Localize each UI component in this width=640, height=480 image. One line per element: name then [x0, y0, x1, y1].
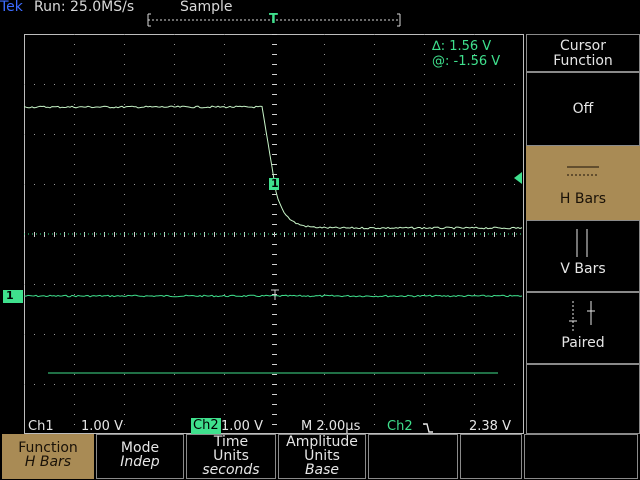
- paired-icon: [569, 301, 595, 331]
- graticule-grid: [23, 34, 525, 435]
- side-menu-h-bars[interactable]: H Bars: [526, 146, 640, 220]
- v-bars-icon: [576, 229, 588, 257]
- ch2-scale: 1.00 V: [221, 419, 263, 434]
- trigger-position-marker: T: [269, 12, 278, 27]
- ch2-label: Ch2: [191, 418, 221, 434]
- bottom-menu-time-units[interactable]: Time Units seconds: [186, 434, 276, 479]
- status-bar: Tek Run: 25.0MS/s Sample T: [0, 0, 640, 30]
- ch1-trace: [23, 294, 523, 298]
- ch1-scale: 1.00 V: [81, 419, 123, 434]
- ch2-ground-marker: 1: [3, 289, 23, 303]
- cursor-position-readout: @: -1.56 V: [432, 54, 501, 69]
- ch1-label: Ch1: [28, 419, 54, 434]
- bottom-menu-mode[interactable]: Mode Indep: [96, 434, 184, 479]
- trigger-level: 2.38 V: [469, 419, 511, 434]
- side-menu-paired[interactable]: Paired: [526, 292, 640, 364]
- side-menu: Cursor Function Off H Bars V Bars Paired: [526, 34, 640, 434]
- cursor-delta-readout: ∆: 1.56 V: [432, 39, 492, 54]
- side-menu-empty[interactable]: [526, 364, 640, 434]
- bottom-menu-empty-2[interactable]: [460, 434, 522, 479]
- h-bars-icon: [567, 166, 599, 176]
- bottom-menu: Function H Bars Mode Indep Time Units se…: [0, 434, 640, 480]
- bottom-menu-amplitude-units[interactable]: Amplitude Units Base: [278, 434, 366, 479]
- side-menu-off[interactable]: Off: [526, 72, 640, 146]
- record-view-bracket: [147, 13, 401, 27]
- cursor-marker-label: 1: [271, 177, 279, 190]
- bottom-menu-empty-1[interactable]: [368, 434, 458, 479]
- bottom-menu-empty-3[interactable]: [524, 434, 638, 479]
- cursor-level-arrow-icon: [514, 172, 522, 184]
- timebase-readout: M 2.00µs: [301, 419, 361, 434]
- bottom-menu-function[interactable]: Function H Bars: [2, 434, 94, 479]
- side-menu-title: Cursor Function: [526, 34, 640, 72]
- waveform-display[interactable]: 1 ∆: 1.56 V @: -1.56 V Ch1 1.00 V Ch2 1.…: [23, 34, 525, 435]
- side-menu-v-bars[interactable]: V Bars: [526, 220, 640, 292]
- trigger-source: Ch2: [387, 419, 413, 434]
- falling-edge-icon: [423, 423, 433, 433]
